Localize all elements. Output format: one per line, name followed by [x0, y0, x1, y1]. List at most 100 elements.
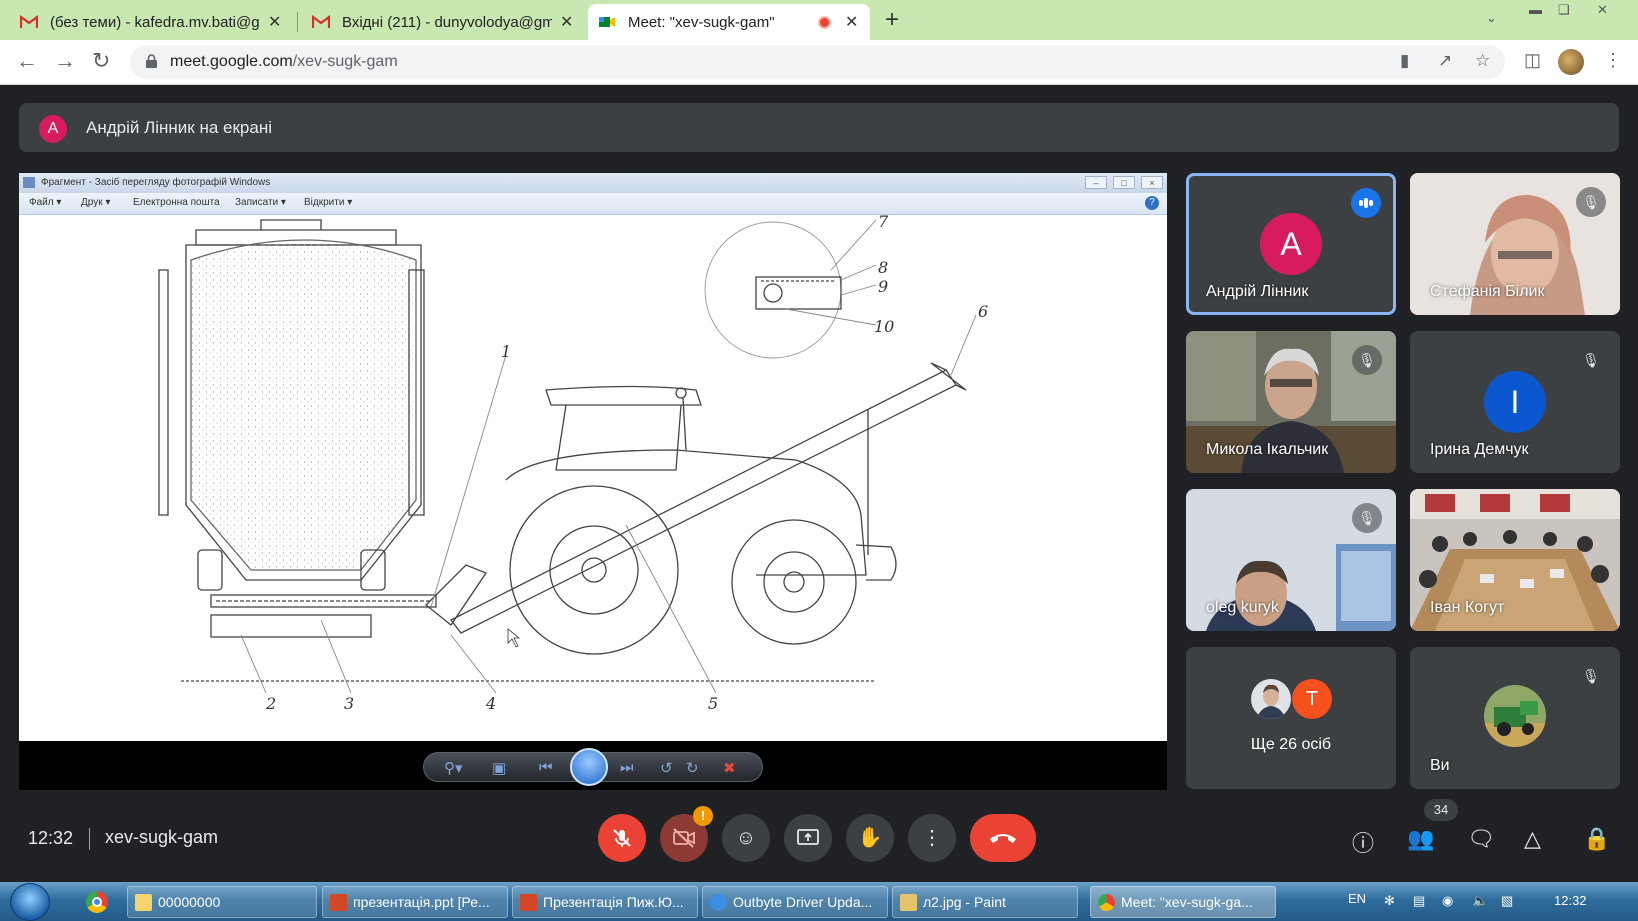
participant-avatar: I — [1484, 371, 1546, 433]
participant-name: Ви — [1430, 757, 1450, 774]
people-icon[interactable]: 👥 — [1407, 826, 1434, 852]
presenter-banner: А Андрій Лінник на екрані — [19, 103, 1619, 152]
slideshow-button — [570, 748, 608, 786]
browser-tabstrip: (без теми) - kafedra.mv.bati@gm ✕ Вхідні… — [0, 0, 1638, 40]
participant-tile[interactable]: Іван Когут — [1410, 489, 1620, 631]
host-controls-icon[interactable]: 🔒 — [1583, 826, 1610, 852]
side-panel-icon[interactable]: ◫ — [1524, 50, 1541, 71]
minimize-icon[interactable]: ▬ — [1529, 2, 1542, 17]
others-tile[interactable]: T Ще 26 осіб — [1186, 647, 1396, 789]
self-tile[interactable]: 🎙 Ви — [1410, 647, 1620, 789]
taskbar-item-paint[interactable]: л2.jpg - Paint — [892, 886, 1078, 918]
more-options-button[interactable]: ⋮ — [908, 814, 956, 862]
profile-avatar[interactable] — [1558, 49, 1584, 75]
callout-9: 9 — [878, 277, 888, 296]
tab-meet[interactable]: Meet: "xev-sugk-gam" ✕ — [588, 4, 870, 40]
mouse-cursor-icon — [507, 628, 521, 648]
taskbar-item-ppt1[interactable]: презентація.ppt [Ре... — [322, 886, 508, 918]
callout-1: 1 — [501, 342, 511, 361]
taskbar-item-label: Meet: "xev-sugk-ga... — [1121, 894, 1253, 910]
others-count-label: Ще 26 осіб — [1250, 736, 1332, 753]
volume-icon[interactable]: 🔈 — [1472, 893, 1488, 909]
help-icon: ? — [1145, 196, 1159, 210]
menu-print: Друк ▾ — [81, 197, 111, 208]
bookmark-star-icon[interactable]: ☆ — [1475, 51, 1490, 71]
tab-gmail-inbox[interactable]: Вхідні (211) - dunyvolodya@gma ✕ — [302, 4, 583, 40]
chrome-pinned-icon[interactable] — [86, 891, 108, 913]
emoji-icon: ☺ — [735, 827, 757, 849]
chat-icon[interactable]: 🗨 — [1467, 826, 1495, 852]
participant-tile[interactable]: 🎙 Микола Ікальчик — [1186, 331, 1396, 473]
meeting-details-icon[interactable]: ⓘ — [1352, 826, 1374, 858]
tractor-rear-wheel — [509, 485, 679, 655]
reload-icon[interactable]: ↻ — [92, 48, 110, 74]
viewer-menubar: Файл ▾ Друк ▾ Електронна пошта Записати … — [19, 193, 1167, 215]
taskbar-item-label: Презентація Пиж.Ю... — [543, 894, 684, 910]
meeting-controls-bar: 12:32 xev-sugk-gam ! ☺ ✋ ⋮ ⓘ 34 👥 🗨 △ 🔒 — [0, 790, 1638, 882]
leave-call-button[interactable] — [970, 814, 1036, 862]
menu-file: Файл ▾ — [29, 197, 62, 208]
taskbar-item-chrome-meet[interactable]: Meet: "xev-sugk-ga... — [1090, 886, 1276, 918]
tab-close-icon[interactable]: ✕ — [268, 12, 281, 32]
network-tray-icon[interactable]: ✻ — [1384, 893, 1395, 909]
mic-off-icon: 🎙 — [1576, 345, 1606, 375]
activities-icon[interactable]: △ — [1524, 826, 1541, 852]
taskbar-item-folder[interactable]: 00000000 — [127, 886, 317, 918]
callout-4: 4 — [485, 694, 496, 713]
reactions-button[interactable]: ☺ — [722, 814, 770, 862]
participant-tile[interactable]: 🎙 Стефанія Білик — [1410, 173, 1620, 315]
camera-icon[interactable]: ▮ — [1400, 51, 1409, 71]
taskbar-item-ppt2[interactable]: Презентація Пиж.Ю... — [512, 886, 698, 918]
participant-tile[interactable]: 🎙 oleg kuryk — [1186, 489, 1396, 631]
mic-off-icon: 🎙 — [1352, 503, 1382, 533]
participant-name: Стефанія Білик — [1430, 283, 1545, 300]
close-window-icon[interactable]: ✕ — [1597, 2, 1608, 18]
delete-icon: ✖ — [723, 760, 736, 777]
menu-burn: Записати ▾ — [235, 197, 286, 208]
viewer-controls: ⚲▾ ▣ ⏮ ⏭ ↺ ↻ ✖ — [423, 748, 763, 786]
language-indicator[interactable]: EN — [1348, 891, 1366, 906]
forward-arrow-icon[interactable]: → — [54, 48, 76, 74]
self-avatar — [1484, 685, 1546, 747]
participant-tile[interactable]: I 🎙 Ірина Демчук — [1410, 331, 1620, 473]
taskbar-item-label: Outbyte Driver Upda... — [733, 894, 873, 910]
technical-drawing: 1 2 3 4 5 6 7 8 9 10 — [156, 215, 1032, 741]
camera-off-icon — [673, 828, 695, 848]
present-screen-button[interactable] — [784, 814, 832, 862]
tab-divider — [297, 12, 298, 32]
participant-tile[interactable]: A Андрій Лінник — [1186, 173, 1396, 315]
address-bar[interactable]: meet.google.com/xev-sugk-gam ▮ ↗ ☆ — [130, 45, 1505, 79]
outbyte-icon — [710, 894, 727, 911]
mic-off-icon: 🎙 — [1576, 187, 1606, 217]
security-tray-icon[interactable]: ◉ — [1442, 893, 1453, 909]
taskbar-clock[interactable]: 12:32 — [1554, 893, 1587, 908]
participant-avatar: A — [1260, 213, 1322, 275]
divider — [89, 828, 90, 850]
action-center-icon[interactable]: ▧ — [1501, 893, 1513, 909]
menu-open: Відкрити ▾ — [304, 197, 353, 208]
tab-close-icon[interactable]: ✕ — [845, 12, 858, 32]
more-vert-icon[interactable]: ⋮ — [1604, 50, 1622, 71]
viewer-close-icon: × — [1141, 176, 1163, 189]
start-button[interactable] — [10, 883, 50, 921]
callout-10: 10 — [874, 317, 894, 336]
monitor-tray-icon[interactable]: ▤ — [1413, 893, 1425, 909]
share-icon[interactable]: ↗ — [1438, 51, 1452, 71]
photo-viewer-icon — [23, 177, 35, 188]
mic-off-button[interactable] — [598, 814, 646, 862]
restore-icon[interactable]: ❏ — [1558, 2, 1570, 18]
meeting-clock: 12:32 — [28, 828, 74, 848]
tab-close-icon[interactable]: ✕ — [560, 12, 573, 32]
back-arrow-icon[interactable]: ← — [16, 48, 38, 74]
raise-hand-button[interactable]: ✋ — [846, 814, 894, 862]
new-tab-button[interactable]: + — [885, 6, 899, 34]
tab-gmail-kafedra[interactable]: (без теми) - kafedra.mv.bati@gm ✕ — [10, 4, 291, 40]
viewer-minimize-icon: – — [1085, 176, 1107, 189]
taskbar-item-label: презентація.ppt [Ре... — [353, 894, 490, 910]
chevron-down-icon[interactable]: ⌄ — [1486, 10, 1497, 26]
hang-up-icon — [990, 834, 1016, 843]
actual-size-icon: ▣ — [492, 760, 507, 777]
google-meet-icon — [599, 17, 615, 27]
participant-count-badge: 34 — [1424, 799, 1458, 821]
taskbar-item-outbyte[interactable]: Outbyte Driver Upda... — [702, 886, 888, 918]
